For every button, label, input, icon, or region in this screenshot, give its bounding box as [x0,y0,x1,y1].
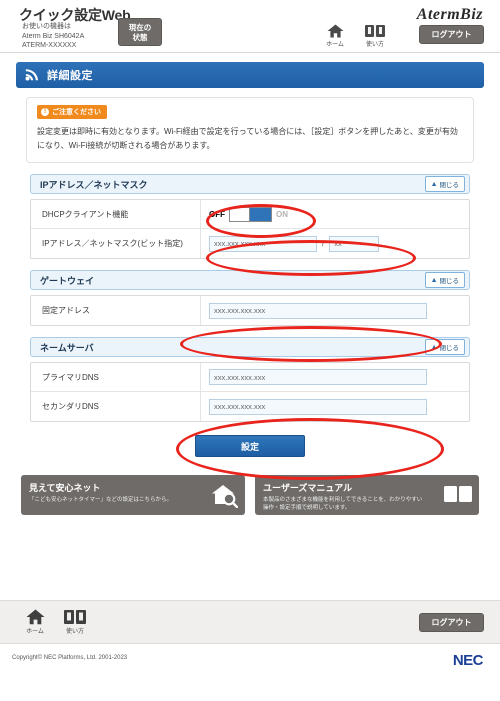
value-dhcp-client: OFF ON [201,206,469,222]
notice-box: ! ご注意ください 設定変更は即時に有効となります。Wi-Fi経由で設定を行って… [26,97,474,163]
open-book-icon [365,24,385,38]
current-status-button-line-2: 状態 [132,33,148,42]
value-fixed-address [201,302,469,319]
device-info: お使いの機器は Aterm Biz SH6042A ATERM-XXXXXX [22,22,84,51]
promo-manual-subtitle: 本製品のさまざまな機能を利用してできることを、わかりやすい操作・設定手順で説明し… [263,497,423,511]
footer-usage-label: 使い方 [65,629,84,635]
section-header-gateway: ゲートウェイ ▲ 閉じる [30,270,470,290]
value-secondary-dns [201,398,469,415]
open-book-icon [444,484,472,506]
device-info-line-2: Aterm Biz SH6042A [22,32,85,40]
device-info-line-1: お使いの機器は [22,23,71,30]
value-ip-netmask: / [201,235,469,252]
section-header-nameserver: ネームサーバ ▲ 閉じる [30,337,470,357]
header-icon-group: ホーム 使い方 [322,24,388,48]
collapse-button-nameserver[interactable]: ▲ 閉じる [424,339,465,355]
section-body-ip-netmask: DHCPクライアント機能 OFF ON IPアドレス／ネットマスク(ビット指定)… [30,199,470,259]
promo-manual-title: ユーザーズマニュアル [263,483,353,493]
dhcp-toggle-off-label: OFF [209,209,225,219]
collapse-label-gateway: 閉じる [439,278,460,285]
promo-panel-mietean[interactable]: 見えて安心ネット 「こども安心ネットタイマー」などの設定はこちらから。 [21,475,245,515]
info-icon: ! [41,108,49,116]
ip-address-input[interactable] [209,235,317,252]
current-status-button[interactable]: 現在の 状態 [118,18,162,46]
section-title-gateway: ゲートウェイ [40,275,95,286]
collapse-label-nameserver: 閉じる [439,345,460,352]
footer-logout-button[interactable]: ログアウト [419,613,484,632]
collapse-button-gateway[interactable]: ▲ 閉じる [424,272,465,288]
open-book-icon [64,609,86,625]
aterm-biz-logo: AtermBiz [416,6,483,23]
section-body-nameserver: プライマリDNS セカンダリDNS [30,362,470,422]
section-title-nameserver: ネームサーバ [40,342,94,353]
row-fixed-address: 固定アドレス [31,296,469,325]
chevron-up-icon: ▲ [430,343,438,351]
promo-mietean-subtitle: 「こども安心ネットタイマー」などの設定はこちらから。 [29,497,173,503]
apply-settings-button[interactable]: 設定 [195,435,305,457]
header-home-label: ホーム [326,42,344,48]
netmask-bits-input[interactable] [329,235,380,252]
footer-home-label: ホーム [26,629,44,635]
home-icon [26,609,45,625]
value-primary-dns [201,369,469,385]
toggle-track [250,207,271,221]
home-icon [327,24,344,38]
app-header: クイック設定Web お使いの機器は Aterm Biz SH6042A ATER… [0,0,500,53]
device-info-line-3: ATERM-XXXXXX [22,42,77,49]
label-primary-dns: プライマリDNS [31,363,201,391]
secondary-dns-input[interactable] [209,398,427,415]
collapse-label-ip-netmask: 閉じる [439,182,460,189]
fixed-address-input[interactable] [209,302,427,319]
ip-netmask-separator: / [322,239,325,248]
header-logout-button[interactable]: ログアウト [419,25,484,44]
row-dhcp-client: DHCPクライアント機能 OFF ON [31,200,469,229]
section-ip-netmask: IPアドレス／ネットマスク ▲ 閉じる DHCPクライアント機能 OFF ON … [30,174,470,259]
header-usage-label: 使い方 [365,42,384,48]
header-home-button[interactable]: ホーム [322,24,348,48]
footer-home-button[interactable]: ホーム [22,609,48,635]
nec-logo: NEC [452,652,484,669]
label-dhcp-client: DHCPクライアント機能 [31,200,201,228]
promo-mietean-title: 見えて安心ネット [29,483,101,493]
section-body-gateway: 固定アドレス [30,295,470,326]
label-secondary-dns: セカンダリDNS [31,392,201,421]
promo-panel-manual[interactable]: ユーザーズマニュアル 本製品のさまざまな機能を利用してできることを、わかりやすい… [255,475,479,515]
notice-badge-label: ご注意ください [52,109,101,116]
current-status-button-line-1: 現在の [128,23,152,32]
dhcp-toggle-on-label: ON [276,209,288,219]
primary-dns-input[interactable] [209,369,427,385]
dhcp-client-toggle-group[interactable]: OFF ON [209,206,288,222]
chevron-up-icon: ▲ [430,276,438,284]
dhcp-client-toggle[interactable] [229,206,272,222]
notice-badge: ! ご注意ください [37,105,107,119]
copyright-text: Copyright© NEC Platforms, Ltd. 2001-2023 [12,655,128,661]
chevron-up-icon: ▲ [430,180,438,188]
wifi-signal-icon [25,67,40,83]
page-title: 詳細設定 [47,70,93,82]
footer-usage-button[interactable]: 使い方 [62,609,88,635]
submit-area: 設定 [0,435,500,457]
row-ip-netmask: IPアドレス／ネットマスク(ビット指定) / [31,229,469,258]
footer-bar: ホーム 使い方 ログアウト [0,600,500,644]
house-search-icon [212,484,239,510]
section-header-ip-netmask: IPアドレス／ネットマスク ▲ 閉じる [30,174,470,194]
row-secondary-dns: セカンダリDNS [31,392,469,421]
footer-icon-group: ホーム 使い方 [22,609,88,635]
header-usage-button[interactable]: 使い方 [362,24,388,48]
page-title-bar: 詳細設定 [16,62,484,88]
label-ip-netmask: IPアドレス／ネットマスク(ビット指定) [31,229,201,258]
collapse-button-ip-netmask[interactable]: ▲ 閉じる [424,176,465,192]
section-title-ip-netmask: IPアドレス／ネットマスク [40,179,148,190]
label-fixed-address: 固定アドレス [31,296,201,325]
section-nameserver: ネームサーバ ▲ 閉じる プライマリDNS セカンダリDNS [30,337,470,422]
promo-panels: 見えて安心ネット 「こども安心ネットタイマー」などの設定はこちらから。 ユーザー… [21,475,479,515]
section-gateway: ゲートウェイ ▲ 閉じる 固定アドレス [30,270,470,326]
row-primary-dns: プライマリDNS [31,363,469,392]
toggle-knob [230,207,250,221]
notice-text: 設定変更は即時に有効となります。Wi-Fi経由で設定を行っている場合には、［設定… [37,127,458,150]
